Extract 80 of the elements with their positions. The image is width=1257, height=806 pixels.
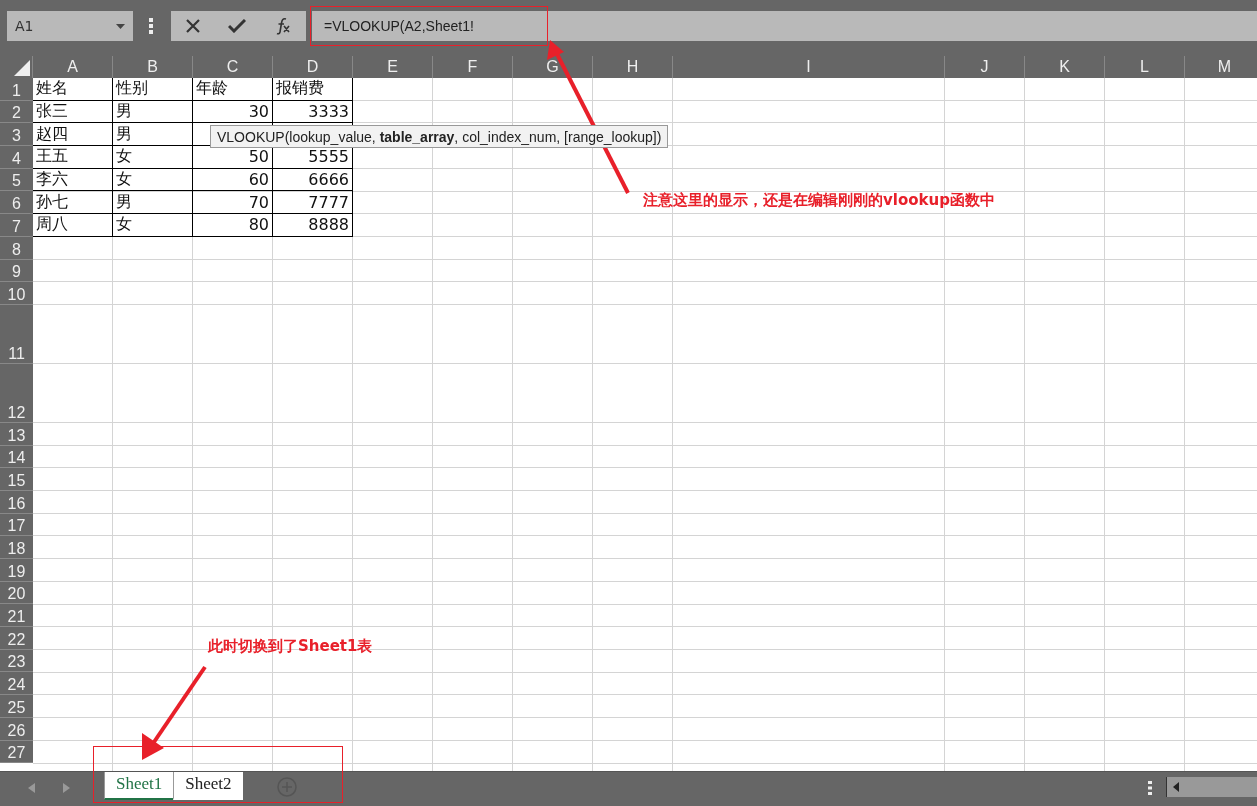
table-cell: 80 [193,214,273,237]
row-header[interactable]: 2 [0,100,33,124]
row-header[interactable]: 3 [0,123,33,147]
table-cell: 30 [193,100,273,124]
column-header[interactable]: D [273,56,353,78]
column-header[interactable]: A [33,56,113,78]
column-header[interactable]: J [945,56,1025,78]
row-header[interactable]: 9 [0,259,33,283]
formula-field[interactable]: =VLOOKUP(A2,Sheet1! [312,11,1257,41]
row-header[interactable]: 11 [0,304,33,364]
check-icon[interactable] [228,19,247,33]
table-cell: 男 [113,123,193,147]
column-header[interactable]: G [513,56,593,78]
column-header[interactable]: L [1105,56,1185,78]
more-icon[interactable] [149,18,153,34]
sheet-tab[interactable]: Sheet2 [173,772,243,800]
row-header[interactable]: 12 [0,363,33,423]
row-header[interactable]: 17 [0,513,33,537]
column-header[interactable]: F [433,56,513,78]
row-header[interactable]: 16 [0,490,33,514]
table-cell: 女 [113,168,193,192]
row-header[interactable]: 10 [0,282,33,305]
row-header[interactable]: 20 [0,581,33,605]
row-header[interactable]: 14 [0,445,33,469]
table-cell: 女 [113,214,193,237]
cancel-icon[interactable] [184,18,201,34]
table-cell: 6666 [273,168,353,192]
column-header[interactable]: C [193,56,273,78]
horizontal-scrollbar[interactable] [1166,777,1257,797]
row-header[interactable]: 5 [0,168,33,192]
row-header[interactable]: 25 [0,695,33,718]
table-cell: 孙七 [33,191,113,215]
row-header[interactable]: 21 [0,604,33,628]
annotation-text: 注意这里的显示，还是在编辑刚刚的vlookup函数中 [643,191,995,210]
table-cell: 张三 [33,100,113,124]
table-cell: 70 [193,191,273,215]
scroll-left-icon[interactable] [1173,782,1179,792]
annotation-text: 此时切换到了Sheet1表 [208,637,373,656]
function-icon[interactable] [274,17,293,35]
table-cell: 性别 [113,78,193,101]
row-header[interactable]: 7 [0,214,33,237]
table-cell: 女 [113,146,193,169]
select-all-icon[interactable] [14,60,30,76]
table-cell: 报销费 [273,78,353,101]
row-header[interactable]: 13 [0,422,33,446]
column-header[interactable]: M [1185,56,1257,78]
column-header[interactable]: I [673,56,945,78]
table-cell: 姓名 [33,78,113,101]
row-header[interactable]: 27 [0,740,33,764]
row-header[interactable]: 19 [0,559,33,582]
table-cell: 周八 [33,214,113,237]
table-cell: 60 [193,168,273,192]
row-header[interactable]: 23 [0,649,33,673]
row-header[interactable]: 1 [0,78,33,101]
table-cell: 7777 [273,191,353,215]
row-header[interactable]: 6 [0,191,33,215]
table-cell: 8888 [273,214,353,237]
column-header[interactable]: E [353,56,433,78]
row-header[interactable]: 4 [0,146,33,169]
column-header[interactable]: B [113,56,193,78]
row-header[interactable]: 18 [0,536,33,559]
row-header[interactable]: 8 [0,236,33,260]
column-header[interactable]: H [593,56,673,78]
table-cell: 年龄 [193,78,273,101]
name-box[interactable]: A1 [7,11,133,41]
row-header[interactable]: 15 [0,468,33,491]
column-header[interactable]: K [1025,56,1105,78]
function-tooltip: VLOOKUP(lookup_value, table_array, col_index_num, [range_lookup]) [210,125,669,148]
more-icon[interactable] [1148,781,1152,795]
table-cell: 李六 [33,168,113,192]
sheet-tab[interactable]: Sheet1 [104,772,174,800]
row-header[interactable]: 26 [0,717,33,741]
table-cell: 王五 [33,146,113,169]
row-header[interactable]: 22 [0,627,33,650]
caret-icon [116,23,125,29]
table-cell: 男 [113,100,193,124]
table-cell: 赵四 [33,123,113,147]
table-cell: 男 [113,191,193,215]
row-header[interactable]: 24 [0,672,33,696]
table-cell: 3333 [273,100,353,124]
